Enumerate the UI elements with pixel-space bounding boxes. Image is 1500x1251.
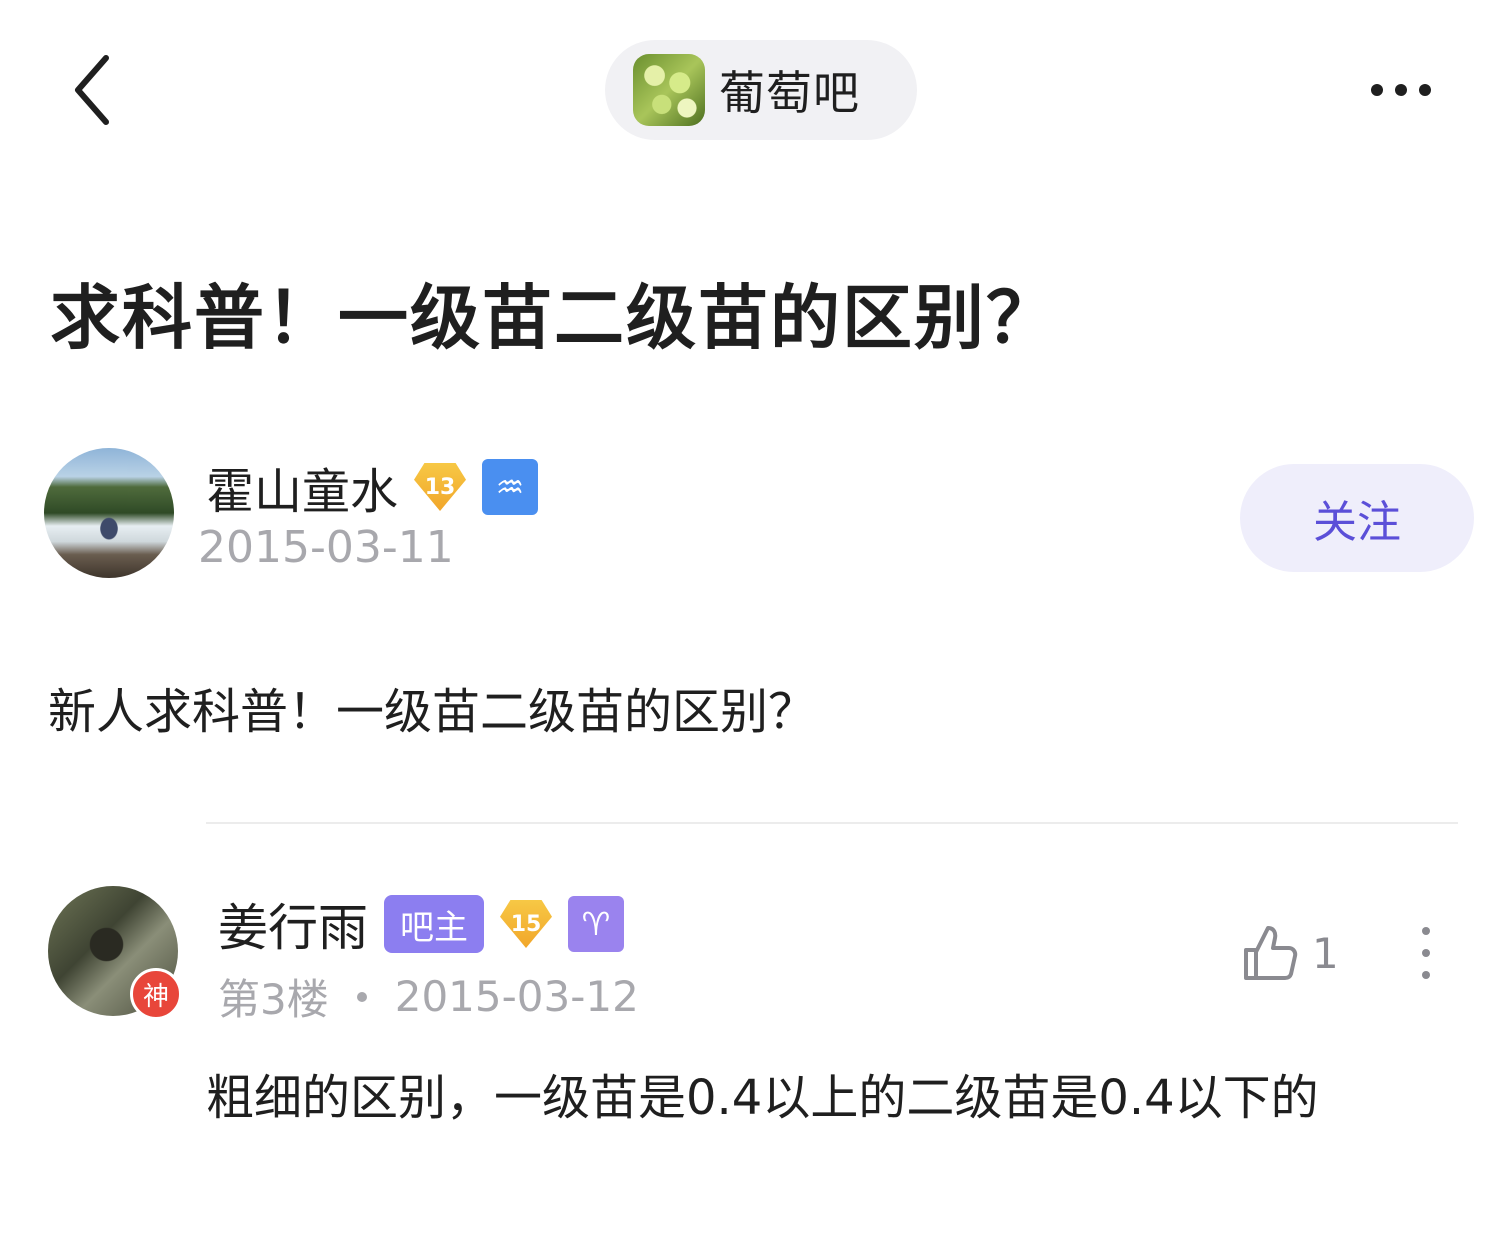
chevron-left-icon [75, 55, 109, 125]
more-dot-icon [1422, 949, 1430, 957]
more-dot-icon [1419, 84, 1431, 96]
level-badge: 13 [414, 463, 467, 511]
author-info: 霍山童水 13 ♒ [206, 452, 539, 522]
reply-body: 粗细的区别，一级苗是0.4以上的二级苗是0.4以下的 [206, 1070, 1319, 1126]
like-count: 1 [1312, 928, 1339, 978]
floor-number: 第3楼 [218, 975, 329, 1024]
forum-avatar [633, 54, 705, 126]
reply-meta: 第3楼 2015-03-12 [218, 966, 639, 1027]
more-options-button[interactable] [1356, 62, 1446, 118]
post-date: 2015-03-11 [198, 522, 454, 573]
zodiac-aquarius-icon: ♒ [482, 459, 539, 515]
reply-author-info: 姜行雨 吧主 15 ♈ [218, 888, 624, 960]
forum-name: 葡萄吧 [719, 66, 860, 120]
thumbs-up-icon [1244, 926, 1298, 980]
level-badge: 15 [500, 900, 552, 948]
post-title: 求科普！一级苗二级苗的区别？ [50, 277, 1058, 359]
post-body: 新人求科普！一级苗二级苗的区别？ [48, 684, 817, 740]
forum-owner-tag: 吧主 [384, 895, 484, 953]
god-badge: 神 [130, 968, 182, 1020]
more-dot-icon [1395, 84, 1407, 96]
divider [206, 822, 1458, 824]
reply-author-name[interactable]: 姜行雨 [218, 888, 368, 960]
forum-entry[interactable]: 葡萄吧 [605, 40, 917, 140]
follow-button[interactable]: 关注 [1240, 464, 1474, 572]
author-avatar[interactable] [44, 448, 174, 578]
separator-dot [356, 991, 367, 1002]
more-dot-icon [1422, 971, 1430, 979]
reply-more-button[interactable] [1404, 918, 1448, 988]
more-dot-icon [1422, 927, 1430, 935]
zodiac-aries-icon: ♈ [568, 896, 624, 952]
reply-date: 2015-03-12 [394, 972, 639, 1021]
like-button[interactable]: 1 [1240, 918, 1339, 988]
more-dot-icon [1371, 84, 1383, 96]
back-button[interactable] [52, 48, 132, 132]
author-name[interactable]: 霍山童水 [206, 452, 398, 522]
